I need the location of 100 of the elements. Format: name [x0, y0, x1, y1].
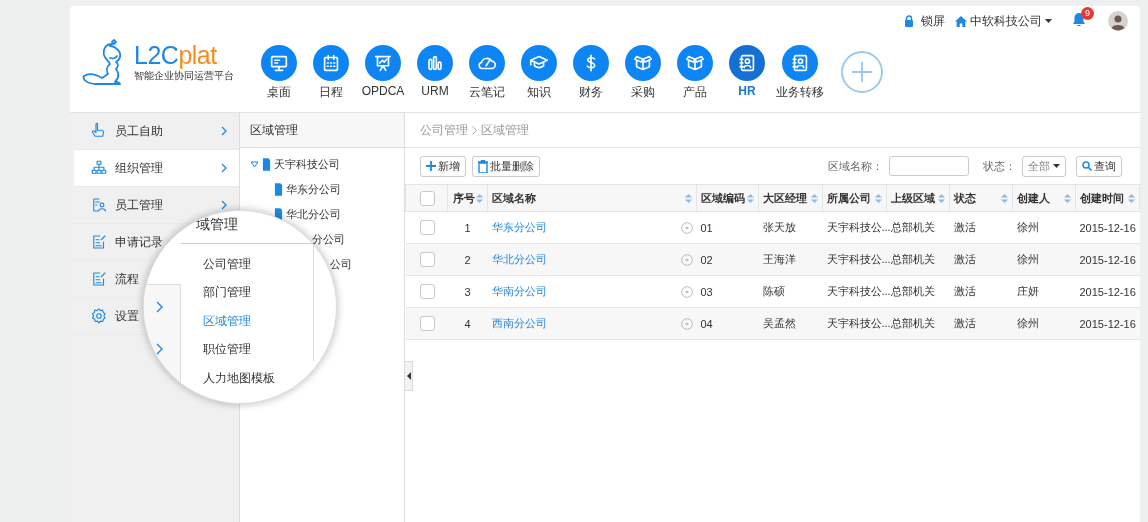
nav-item[interactable]: 财务 — [565, 36, 617, 101]
tree-node[interactable]: 公司 — [329, 257, 352, 272]
table-cell: 2015-12-16 — [1079, 253, 1136, 266]
row-checkbox[interactable] — [419, 220, 435, 235]
table-cell: 3 — [464, 285, 471, 298]
column-header: 所属公司 — [827, 190, 871, 206]
column-header: 状态 — [954, 190, 976, 206]
select-all-checkbox[interactable] — [420, 190, 435, 206]
plus-icon — [426, 161, 436, 171]
table-cell: 徐州 — [1016, 221, 1039, 233]
nav-item[interactable]: 云笔记 — [461, 36, 513, 101]
dropdown-icon[interactable] — [680, 317, 693, 330]
table-cell: 徐州 — [1016, 317, 1039, 329]
column-header: 区域编码 — [701, 190, 745, 206]
column-header: 区域名称 — [492, 190, 536, 206]
table-cell: 陈硕 — [762, 285, 785, 297]
lock-icon — [904, 15, 914, 27]
sort-icon[interactable] — [1001, 193, 1008, 203]
table-cell: 激活 — [953, 285, 976, 297]
chevron-right-icon — [156, 343, 163, 355]
document-icon — [273, 183, 283, 196]
add-module-button[interactable] — [841, 51, 883, 93]
chevron-right-icon — [472, 125, 477, 135]
table-cell: 总部机关 — [890, 253, 935, 265]
table-cell: 天宇科技公... — [826, 317, 891, 329]
table-cell: 03 — [700, 285, 713, 298]
table-cell: 01 — [700, 221, 713, 234]
table-cell: 总部机关 — [890, 317, 935, 329]
dropdown-icon[interactable] — [680, 253, 693, 266]
nav-item[interactable]: OPDCA — [357, 36, 409, 101]
sort-icon[interactable] — [747, 193, 754, 203]
table-cell: 天宇科技公... — [826, 285, 891, 297]
region-link[interactable]: 西南分公司 — [491, 316, 547, 331]
nav-item[interactable]: 产品 — [669, 36, 721, 101]
logo-wordmark: L2C — [134, 41, 179, 69]
collapse-handle[interactable] — [405, 361, 413, 391]
nav-item[interactable]: HR — [721, 36, 773, 101]
column-header: 创建时间 — [1080, 190, 1124, 206]
document-edit-icon — [90, 270, 108, 288]
sort-icon[interactable] — [875, 193, 882, 203]
search-button[interactable]: 查询 — [1076, 155, 1122, 177]
document-edit-icon — [90, 233, 108, 251]
table-cell: 天宇科技公... — [826, 221, 891, 233]
dropdown-icon[interactable] — [680, 285, 693, 298]
field-label: 区域名称： — [828, 158, 883, 174]
tree-node[interactable]: 华北分公司 — [285, 207, 341, 222]
home-icon — [955, 15, 967, 27]
avatar[interactable] — [1108, 11, 1128, 31]
region-link[interactable]: 华东分公司 — [491, 220, 547, 235]
table-cell: 04 — [700, 317, 713, 330]
table-cell: 4 — [464, 317, 471, 330]
lock-screen-button[interactable]: 锁屏 — [921, 12, 945, 30]
field-label: 状态： — [983, 158, 1016, 174]
sort-icon[interactable] — [811, 193, 818, 203]
sort-icon[interactable] — [1064, 193, 1071, 203]
row-checkbox[interactable] — [419, 284, 435, 299]
add-button[interactable]: 新增 — [420, 155, 466, 177]
batch-delete-button[interactable]: 批量删除 — [472, 155, 540, 177]
sort-icon[interactable] — [685, 193, 692, 203]
dropdown-icon[interactable] — [680, 221, 693, 234]
tree-node[interactable]: 分公司 — [311, 232, 345, 247]
nav-item[interactable]: 业务转移 — [773, 36, 827, 101]
status-dropdown[interactable]: 全部 — [1022, 155, 1066, 177]
company-dropdown[interactable]: 中软科技公司 — [955, 12, 1052, 30]
plus-icon — [850, 60, 874, 84]
submenu-item[interactable]: 人力地图模板 — [203, 364, 275, 393]
expand-toggle-icon[interactable] — [249, 161, 259, 168]
table-cell: 激活 — [953, 221, 976, 233]
row-checkbox[interactable] — [419, 252, 435, 267]
region-link[interactable]: 华南分公司 — [491, 284, 547, 299]
caret-icon — [1053, 164, 1060, 168]
sort-icon[interactable] — [1128, 193, 1135, 203]
submenu-item[interactable]: 区域管理 — [203, 307, 275, 336]
table-cell: 庄妍 — [1016, 285, 1039, 297]
caret-icon — [1045, 19, 1052, 23]
row-checkbox[interactable] — [419, 316, 435, 331]
trash-icon — [478, 159, 488, 173]
panel-title: 区域管理 — [239, 113, 404, 148]
bell-icon[interactable] — [1072, 11, 1086, 26]
sidebar-item[interactable]: 组织管理 — [74, 150, 239, 187]
region-link[interactable]: 华北分公司 — [491, 252, 547, 267]
submenu-item[interactable]: 职位管理 — [203, 335, 275, 364]
nav-item[interactable]: 知识 — [513, 36, 565, 101]
sort-icon[interactable] — [476, 193, 483, 203]
table-cell: 2015-12-16 — [1079, 317, 1136, 330]
tree-node[interactable]: 华东分公司 — [285, 182, 341, 197]
chevron-right-icon — [156, 301, 163, 313]
table-cell: 吴孟然 — [762, 317, 796, 329]
nav-item[interactable]: URM — [409, 36, 461, 101]
table-cell: 徐州 — [1016, 253, 1039, 265]
region-name-field[interactable] — [889, 156, 969, 176]
submenu-item[interactable]: 部门管理 — [203, 278, 275, 307]
tree-node[interactable]: 天宇科技公司 — [273, 157, 340, 172]
nav-item[interactable]: 采购 — [617, 36, 669, 101]
sort-icon[interactable] — [938, 193, 945, 203]
org-chart-icon — [90, 159, 108, 177]
column-header: 创建人 — [1017, 190, 1050, 206]
nav-item[interactable]: 桌面 — [253, 36, 305, 101]
table-cell: 张天放 — [762, 221, 796, 233]
nav-item[interactable]: 日程 — [305, 36, 357, 101]
